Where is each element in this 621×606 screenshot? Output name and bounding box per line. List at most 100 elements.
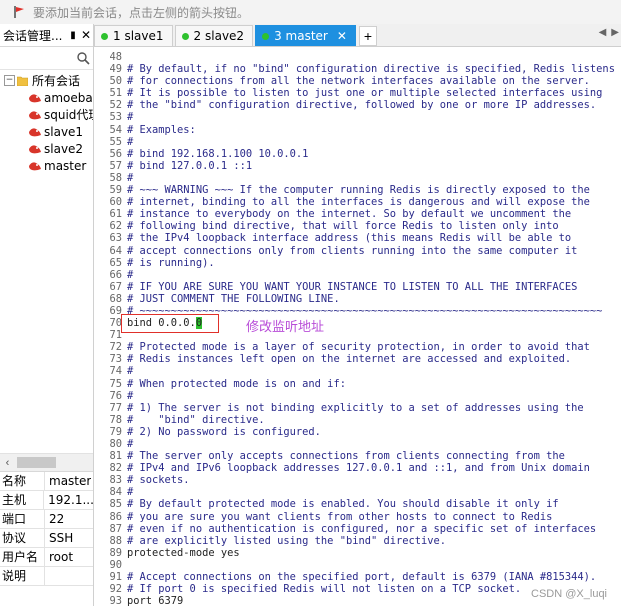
session-icon [29, 110, 41, 119]
tree-item-label: squid代理 [44, 108, 93, 122]
property-key: 用户名 [0, 548, 45, 566]
line-text: # are explicitly listed using the "bind"… [127, 534, 447, 547]
session-icon [29, 93, 41, 102]
line-text: port 6379 [127, 595, 184, 606]
line-text: # By default protected mode is enabled. … [127, 498, 559, 511]
property-value: master [49, 474, 92, 488]
editor-line: 88 # are explicitly listed using the "bin… [94, 535, 615, 547]
folder-icon [17, 76, 28, 86]
tab-scroll-right-icon[interactable]: ▶ [611, 27, 619, 38]
tree-item-master[interactable]: master [0, 157, 93, 174]
properties-table: 名称 master 主机 192.1... 端口 22 协议 SSH 用户名 root 说… [0, 471, 93, 586]
tree-item-amoeba[interactable]: amoeba [0, 89, 93, 106]
pin-icon[interactable]: ▮ [67, 30, 79, 41]
tree-item-squid[interactable]: squid代理 [0, 106, 93, 123]
line-text: # you are sure you want clients from oth… [127, 510, 553, 523]
line-text: # bind 127.0.0.1 ::1 [127, 159, 253, 172]
add-tab-button[interactable]: + [358, 26, 377, 46]
tab-slave2[interactable]: 2 slave2 [174, 25, 254, 46]
close-icon[interactable]: ✕ [79, 28, 93, 42]
line-number: 77 [109, 401, 122, 414]
tab-label: slave2 [205, 29, 245, 43]
line-text: # IF YOU ARE SURE YOU WANT YOUR INSTANCE… [127, 280, 578, 293]
session-tree: − 所有会话 amoeba squid代理 slave1 slave2 mast… [0, 70, 93, 174]
line-text: # It is possible to listen to just one o… [127, 87, 603, 100]
flag-arrow-icon[interactable] [13, 5, 27, 19]
editor-line: 86 # you are sure you want clients from o… [94, 511, 615, 523]
line-text: # [127, 486, 134, 499]
line-text: # [127, 171, 134, 184]
editor-line: 67 # IF YOU ARE SURE YOU WANT YOUR INSTAN… [94, 281, 615, 293]
line-text: protected-mode yes [127, 546, 240, 559]
line-text: # [127, 135, 134, 148]
editor-line: 66 # [94, 269, 615, 281]
line-number: 87 [109, 522, 122, 535]
session-search-input[interactable] [0, 49, 76, 67]
editor-line: 53 # [94, 111, 615, 123]
annotation-label: 修改监听地址 [246, 320, 325, 335]
line-number: 64 [109, 244, 122, 257]
line-number: 82 [109, 462, 122, 475]
line-number: 76 [109, 389, 122, 402]
line-number: 53 [109, 111, 122, 124]
line-text: # Protected mode is a layer of security … [127, 341, 590, 354]
line-number: 57 [109, 159, 122, 172]
line-text: # When protected mode is on and if: [127, 377, 346, 390]
line-text: # "bind" directive. [127, 413, 265, 426]
watermark: CSDN @X_luqi [531, 588, 607, 600]
line-number: 72 [109, 341, 122, 354]
search-icon[interactable] [76, 51, 90, 65]
connected-status-icon [181, 32, 189, 40]
property-row: 主机 192.1... [0, 491, 93, 510]
editor-line: 83 # sockets. [94, 474, 615, 486]
tree-item-slave2[interactable]: slave2 [0, 140, 93, 157]
line-text: # [127, 365, 134, 378]
line-text: # the IPv4 loopback interface address (t… [127, 232, 572, 245]
tab-navigation: ◀ ▶ [599, 27, 619, 38]
line-number: 79 [109, 425, 122, 438]
collapse-icon[interactable]: − [4, 75, 15, 86]
tab-slave1[interactable]: 1 slave1 [94, 25, 173, 46]
line-text: # JUST COMMENT THE FOLLOWING LINE. [127, 292, 340, 305]
editor-line: 76 # [94, 390, 615, 402]
editor-line: 49 # By default, if no "bind" configurati… [94, 63, 614, 75]
line-text: # [127, 268, 134, 281]
line-text: # the "bind" configuration directive, fo… [127, 99, 597, 112]
tree-root-label: 所有会话 [32, 74, 81, 88]
line-number: 89 [109, 546, 122, 559]
line-number: 68 [109, 292, 122, 305]
close-tab-icon[interactable]: ✕ [337, 29, 347, 43]
property-key: 端口 [0, 510, 45, 528]
line-text: # ~~~ WARNING ~~~ If the computer runnin… [127, 184, 590, 197]
line-number: 81 [109, 450, 122, 463]
line-text: # is running). [127, 256, 215, 269]
line-text: # accept connections only from clients r… [127, 244, 578, 257]
editor-line: 63 # the IPv4 loopback interface address … [94, 232, 615, 244]
scrollbar-thumb[interactable] [17, 457, 56, 468]
line-text: # for connections from all the network i… [127, 75, 590, 88]
horizontal-scrollbar[interactable]: ‹ [0, 453, 93, 471]
editor-line: 65 # is running). [94, 257, 615, 269]
bind-line-highlight-box [121, 314, 219, 333]
property-value: root [49, 550, 74, 564]
property-key: 说明 [0, 567, 45, 585]
line-text: # Examples: [127, 123, 196, 136]
tree-root-all-sessions[interactable]: − 所有会话 [0, 72, 93, 89]
session-manager-panel: 会话管理... ▮ ✕ − 所有会话 amoeba squid代理 slave1 [0, 24, 94, 606]
line-text: # even if no authentication is configure… [127, 522, 597, 535]
editor-line: 74 # [94, 365, 615, 377]
tree-item-label: slave1 [44, 124, 84, 139]
property-row: 协议 SSH [0, 529, 93, 548]
tab-master[interactable]: 3 master ✕ [255, 25, 356, 46]
tab-scroll-left-icon[interactable]: ◀ [599, 27, 607, 38]
scroll-left-icon[interactable]: ‹ [0, 457, 15, 469]
editor-line: 84 # [94, 486, 615, 498]
line-number: 80 [109, 438, 122, 450]
editor-line: 68 # JUST COMMENT THE FOLLOWING LINE. [94, 293, 615, 305]
line-number: 84 [109, 486, 122, 499]
session-panel-title: 会话管理... [3, 28, 63, 43]
property-row: 名称 master [0, 472, 93, 491]
line-number: 59 [109, 184, 122, 197]
tree-item-slave1[interactable]: slave1 [0, 123, 93, 140]
line-number: 91 [109, 571, 122, 584]
